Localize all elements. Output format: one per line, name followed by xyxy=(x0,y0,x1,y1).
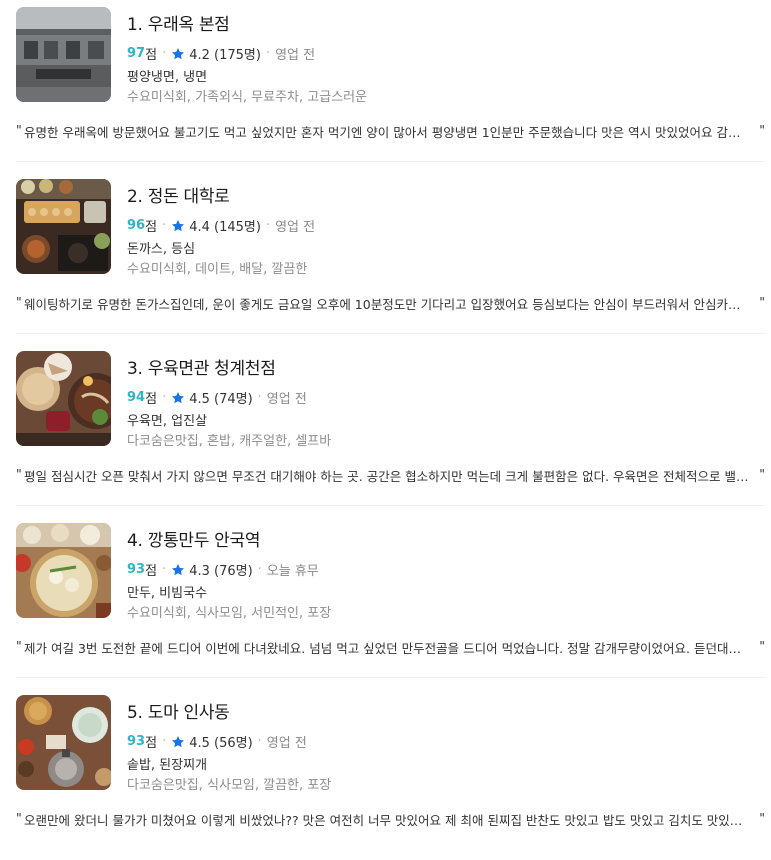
review-text: 평일 점심시간 오픈 맞춰서 가지 않으면 무조건 대기해야 하는 곳. 공간은… xyxy=(24,469,750,484)
menu-items: 우육면, 업진살 xyxy=(127,414,208,429)
quote-open: " xyxy=(16,810,22,825)
quote-open: " xyxy=(16,122,22,137)
star-icon xyxy=(171,219,185,233)
restaurant-meta: 93 점 · 4.5 (56명) · 영업 전 xyxy=(127,732,307,751)
separator-dot: · xyxy=(265,46,271,61)
business-status: 영업 전 xyxy=(275,48,316,63)
menu-items: 돈까스, 등심 xyxy=(127,242,196,257)
restaurant-item[interactable]: 1. 우래옥 본점 97 점 · 4.2 (175명) · 영업 전 평양냉면, … xyxy=(0,0,771,172)
separator-dot: · xyxy=(162,46,167,61)
restaurant-name[interactable]: 1. 우래옥 본점 xyxy=(127,10,230,35)
separator-dot: · xyxy=(162,562,167,577)
separator-dot: · xyxy=(162,390,167,405)
business-status: 영업 전 xyxy=(266,736,307,751)
review-text: 제가 여길 3번 도전한 끝에 드디어 이번에 다녀왔네요. 넘넘 먹고 싶었던… xyxy=(24,641,750,656)
review-text: 유명한 우래옥에 방문했어요 불고기도 먹고 싶었지만 혼자 먹기엔 양이 많아… xyxy=(24,125,750,140)
score-value: 97 xyxy=(127,46,146,61)
review-snippet[interactable]: " 웨이팅하기로 유명한 돈가스집인데, 운이 좋게도 금요일 오후에 10분정… xyxy=(16,294,765,312)
restaurant-name[interactable]: 2. 정돈 대학로 xyxy=(127,182,230,207)
separator-dot: · xyxy=(257,734,262,749)
quote-close: " xyxy=(759,638,765,653)
rating-value: 4.4 (145명) xyxy=(189,220,261,235)
separator-dot: · xyxy=(257,390,262,405)
rating-value: 4.3 (76명) xyxy=(189,564,253,579)
restaurant-photo[interactable] xyxy=(16,695,111,790)
business-status: 오늘 휴무 xyxy=(266,564,319,579)
score-unit: 점 xyxy=(145,736,158,751)
review-snippet[interactable]: " 제가 여길 3번 도전한 끝에 드디어 이번에 다녀왔네요. 넘넘 먹고 싶… xyxy=(16,638,765,656)
divider xyxy=(16,333,765,334)
restaurant-meta: 93 점 · 4.3 (76명) · 오늘 휴무 xyxy=(127,560,319,579)
quote-open: " xyxy=(16,294,22,309)
restaurant-name[interactable]: 5. 도마 인사동 xyxy=(127,698,230,723)
quote-close: " xyxy=(759,466,765,481)
review-text: 오랜만에 왔더니 물가가 미쳤어요 이렇게 비쌌었나?? 맛은 여전히 너무 맛… xyxy=(24,813,750,828)
separator-dot: · xyxy=(162,734,167,749)
rating-value: 4.5 (56명) xyxy=(189,736,253,751)
restaurant-meta: 97 점 · 4.2 (175명) · 영업 전 xyxy=(127,44,315,63)
separator-dot: · xyxy=(265,218,271,233)
star-icon xyxy=(171,391,185,405)
restaurant-tags: 다코숨은맛집, 혼밥, 캐주얼한, 셀프바 xyxy=(127,434,332,449)
separator-dot: · xyxy=(257,562,262,577)
restaurant-tags: 수요미식회, 식사모임, 서민적인, 포장 xyxy=(127,606,332,621)
score-unit: 점 xyxy=(145,220,158,235)
restaurant-name[interactable]: 4. 깡통만두 안국역 xyxy=(127,526,261,551)
restaurant-photo[interactable] xyxy=(16,7,111,102)
restaurant-meta: 94 점 · 4.5 (74명) · 영업 전 xyxy=(127,388,307,407)
quote-close: " xyxy=(759,810,765,825)
score-unit: 점 xyxy=(145,48,158,63)
restaurant-item[interactable]: 2. 정돈 대학로 96 점 · 4.4 (145명) · 영업 전 돈까스, 등… xyxy=(0,172,771,344)
restaurant-tags: 수요미식회, 데이트, 배달, 깔끔한 xyxy=(127,262,308,277)
restaurant-item[interactable]: 5. 도마 인사동 93 점 · 4.5 (56명) · 영업 전 솥밥, 된장찌… xyxy=(0,688,771,860)
restaurant-item[interactable]: 4. 깡통만두 안국역 93 점 · 4.3 (76명) · 오늘 휴무 만두, … xyxy=(0,516,771,688)
rating-value: 4.5 (74명) xyxy=(189,392,253,407)
menu-items: 평양냉면, 냉면 xyxy=(127,70,208,85)
review-text: 웨이팅하기로 유명한 돈가스집인데, 운이 좋게도 금요일 오후에 10분정도만… xyxy=(24,297,750,312)
quote-close: " xyxy=(759,294,765,309)
quote-close: " xyxy=(759,122,765,137)
divider xyxy=(16,677,765,678)
restaurant-list: 1. 우래옥 본점 97 점 · 4.2 (175명) · 영업 전 평양냉면, … xyxy=(0,0,771,844)
restaurant-tags: 다코숨은맛집, 식사모임, 깔끔한, 포장 xyxy=(127,778,332,793)
score-value: 94 xyxy=(127,390,146,405)
restaurant-name[interactable]: 3. 우육면관 청계천점 xyxy=(127,354,276,379)
score-unit: 점 xyxy=(145,392,158,407)
quote-open: " xyxy=(16,466,22,481)
divider xyxy=(16,505,765,506)
restaurant-photo[interactable] xyxy=(16,179,111,274)
star-icon xyxy=(171,735,185,749)
business-status: 영업 전 xyxy=(266,392,307,407)
separator-dot: · xyxy=(162,218,167,233)
restaurant-photo[interactable] xyxy=(16,523,111,618)
score-unit: 점 xyxy=(145,564,158,579)
restaurant-tags: 수요미식회, 가족외식, 무료주차, 고급스러운 xyxy=(127,90,368,105)
star-icon xyxy=(171,47,185,61)
review-snippet[interactable]: " 평일 점심시간 오픈 맞춰서 가지 않으면 무조건 대기해야 하는 곳. 공… xyxy=(16,466,765,484)
quote-open: " xyxy=(16,638,22,653)
rating-value: 4.2 (175명) xyxy=(189,48,261,63)
score-value: 93 xyxy=(127,734,146,749)
star-icon xyxy=(171,563,185,577)
menu-items: 만두, 비빔국수 xyxy=(127,586,208,601)
business-status: 영업 전 xyxy=(275,220,316,235)
review-snippet[interactable]: " 유명한 우래옥에 방문했어요 불고기도 먹고 싶었지만 혼자 먹기엔 양이 … xyxy=(16,122,765,140)
divider xyxy=(16,161,765,162)
restaurant-item[interactable]: 3. 우육면관 청계천점 94 점 · 4.5 (74명) · 영업 전 우육면,… xyxy=(0,344,771,516)
restaurant-meta: 96 점 · 4.4 (145명) · 영업 전 xyxy=(127,216,315,235)
review-snippet[interactable]: " 오랜만에 왔더니 물가가 미쳤어요 이렇게 비쌌었나?? 맛은 여전히 너무… xyxy=(16,810,765,828)
restaurant-photo[interactable] xyxy=(16,351,111,446)
menu-items: 솥밥, 된장찌개 xyxy=(127,758,208,773)
score-value: 93 xyxy=(127,562,146,577)
score-value: 96 xyxy=(127,218,146,233)
